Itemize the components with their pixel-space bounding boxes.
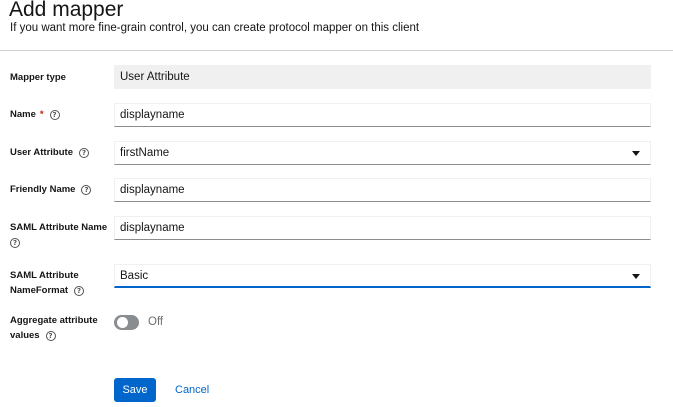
mapper-type-label: Mapper type [10,72,66,83]
required-asterisk: * [39,109,44,120]
aggregate-attribute-values-label: Aggregate attribute values? [10,315,98,342]
aggregate-attribute-values-toggle[interactable] [114,315,139,330]
page-subtitle: If you want more fine-grain control, you… [10,22,420,34]
caret-down-icon [632,274,640,279]
help-circle-icon[interactable]: ? [45,330,56,341]
save-button[interactable]: Save [114,378,156,402]
page-title: Add mapper [9,0,124,21]
friendly-name-label: Friendly Name? [10,182,92,197]
mapper-type-field: User Attribute [114,65,651,89]
user-attribute-value: firstName [120,147,170,159]
page-header: Add mapper If you want more fine-grain c… [0,0,673,51]
toggle-knob [117,317,128,328]
saml-attribute-nameformat-label: SAML Attribute NameFormat? [10,268,85,298]
saml-attribute-nameformat-value: Basic [120,270,149,282]
help-circle-icon[interactable]: ? [49,109,60,120]
user-attribute-select[interactable]: firstName [114,141,651,165]
cancel-button[interactable]: Cancel [175,378,209,402]
user-attribute-label: User Attribute? [10,145,89,160]
saml-attribute-name-input[interactable]: displayname [114,216,651,240]
name-input[interactable]: displayname [114,103,651,127]
saml-attribute-name-label: SAML Attribute Name ? [10,222,108,248]
help-circle-icon[interactable]: ? [10,237,20,248]
add-mapper-page: Add mapper If you want more fine-grain c… [0,0,673,407]
name-label: Name *? [10,107,60,122]
friendly-name-input[interactable]: displayname [114,178,651,202]
caret-down-icon [632,151,640,156]
toggle-state-label: Off [148,316,164,328]
help-circle-icon[interactable]: ? [81,184,92,195]
help-circle-icon[interactable]: ? [74,285,85,296]
help-circle-icon[interactable]: ? [79,147,89,158]
saml-attribute-nameformat-select[interactable]: Basic [114,264,651,288]
